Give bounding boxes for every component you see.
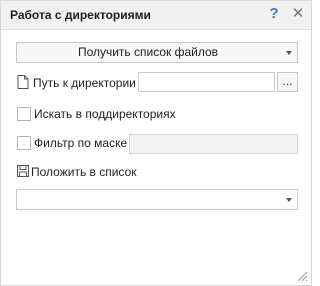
titlebar: Работа с директориями ? ✕ [1, 1, 311, 30]
help-icon[interactable]: ? [266, 5, 282, 23]
mask-filter-label: Фильтр по маске [34, 136, 128, 150]
search-subdirectories-checkbox[interactable] [17, 107, 31, 121]
mask-filter-checkbox[interactable] [17, 136, 31, 150]
save-icon [17, 165, 29, 177]
directory-path-label: Путь к директории [33, 76, 136, 90]
directory-path-input[interactable] [138, 72, 275, 92]
resize-grip-icon[interactable] [296, 270, 308, 282]
browse-button[interactable]: ... [277, 72, 298, 92]
mask-filter-input[interactable] [129, 134, 298, 154]
directory-action-panel: Работа с директориями ? ✕ Получить списо… [0, 0, 312, 286]
search-subdirectories-label: Искать в поддиректориях [34, 107, 176, 121]
file-icon [17, 75, 29, 89]
chevron-down-icon [286, 51, 292, 55]
output-list-select[interactable] [16, 189, 298, 210]
action-select-value: Получить список файлов [77, 45, 219, 59]
close-icon[interactable]: ✕ [290, 5, 306, 23]
chevron-down-icon [286, 198, 292, 202]
window-title: Работа с директориями [10, 8, 151, 22]
save-to-list-label: Положить в список [31, 165, 137, 179]
action-select[interactable]: Получить список файлов [16, 42, 298, 63]
